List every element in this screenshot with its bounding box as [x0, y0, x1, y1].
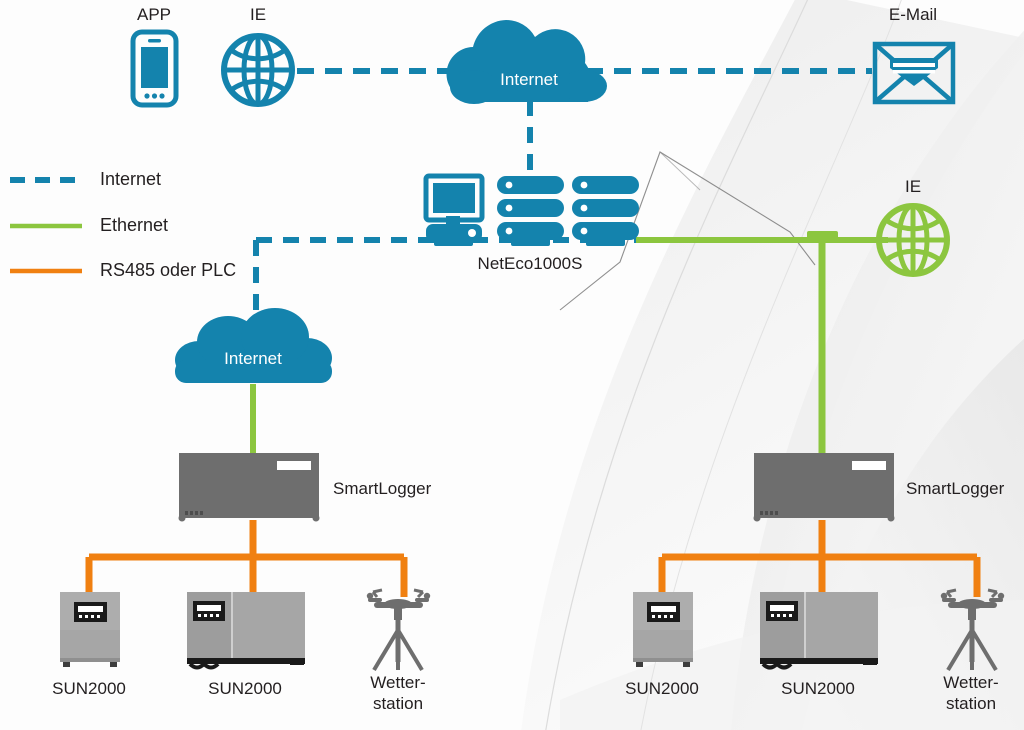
label-internet-cloud-top: Internet: [500, 70, 558, 89]
cloud-icon-internet-left: [175, 308, 332, 383]
label-smartlogger-right: SmartLogger: [906, 479, 1005, 498]
label-sun2000-left-1: SUN2000: [52, 679, 126, 698]
diagram-canvas: APP IE E-Mail IE NetEco1000S Internet In…: [0, 0, 1024, 730]
label-email: E-Mail: [888, 5, 938, 24]
label-ie-top: IE: [249, 5, 267, 24]
weather-station-icon-right[interactable]: [940, 588, 1005, 672]
weather-station-icon-left[interactable]: [366, 588, 431, 672]
device-icons: [10, 19, 1005, 672]
label-sun2000-right-2: SUN2000: [781, 679, 855, 698]
legend-label-rs485: RS485 oder PLC: [100, 260, 237, 280]
label-app: APP: [136, 5, 172, 24]
globe-icon-top[interactable]: [221, 33, 295, 107]
smartlogger-icon-left[interactable]: [178, 453, 320, 522]
label-internet-cloud-left: Internet: [224, 349, 282, 368]
inverter-large-icon-left[interactable]: [187, 592, 305, 670]
label-weather-left: Wetter- station: [370, 673, 426, 713]
inverter-large-icon-right[interactable]: [760, 592, 878, 670]
label-weather-right: Wetter- station: [943, 673, 999, 713]
envelope-icon[interactable]: [872, 41, 956, 105]
server-rack-icon-2[interactable]: [572, 176, 639, 240]
label-smartlogger-left: SmartLogger: [333, 479, 432, 498]
label-ie-right: IE: [904, 177, 922, 196]
server-rack-icon-1[interactable]: [497, 176, 564, 240]
smartlogger-icon-right[interactable]: [753, 453, 895, 522]
legend-label-internet: Internet: [100, 169, 162, 189]
desktop-pc-icon[interactable]: [423, 173, 485, 242]
label-sun2000-right-1: SUN2000: [625, 679, 699, 698]
label-neteco: NetEco1000S: [477, 254, 583, 273]
inverter-small-icon-right[interactable]: [633, 592, 693, 667]
cloud-icon-internet-top: [446, 19, 607, 104]
label-sun2000-left-2: SUN2000: [208, 679, 282, 698]
inverter-small-icon-left[interactable]: [60, 592, 120, 667]
legend-label-ethernet: Ethernet: [100, 215, 169, 235]
smartphone-icon[interactable]: [130, 29, 179, 108]
globe-icon-right[interactable]: [876, 203, 950, 277]
